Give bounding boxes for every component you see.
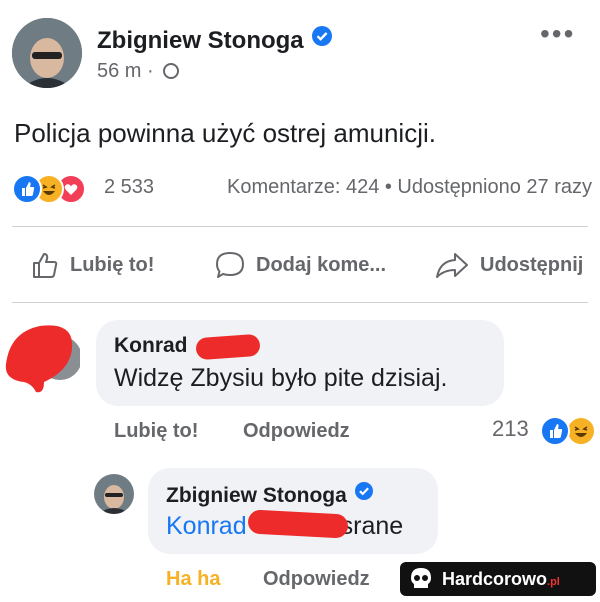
divider	[12, 226, 588, 227]
comment-reactions-count[interactable]: 213	[492, 416, 529, 442]
post-text: Policja powinna użyć ostrej amunicji.	[14, 118, 436, 148]
reply-author-avatar[interactable]	[94, 474, 134, 514]
reply-reply-button[interactable]: Odpowiedz	[263, 568, 370, 591]
watermark-suffix: .pl	[547, 575, 560, 588]
share-button-label: Udostępnij	[480, 253, 584, 276]
reply-author[interactable]: Zbigniew Stonoga	[166, 482, 373, 508]
meta-separator: ·	[147, 60, 154, 82]
comment-button[interactable]: Dodaj kome...	[214, 250, 386, 280]
share-button[interactable]: Udostępnij	[434, 250, 583, 280]
more-options-button[interactable]: •••	[540, 18, 575, 50]
like-reaction-icon	[12, 174, 42, 204]
comment-author[interactable]: Konrad	[114, 334, 188, 358]
reactions-summary[interactable]: 2 533 Komentarze: 424 • Udostępniono 27 …	[12, 174, 592, 204]
post-time[interactable]: 56 m	[97, 60, 141, 82]
comment-reply-button[interactable]: Odpowiedz	[243, 420, 350, 443]
globe-icon	[163, 63, 180, 79]
verified-badge-icon	[311, 26, 332, 46]
verified-badge-icon	[354, 482, 373, 500]
reply-text-tail: srane	[340, 512, 404, 540]
post-author-name[interactable]: Zbigniew Stonoga	[97, 27, 304, 54]
like-reaction-icon	[540, 416, 570, 446]
post-stats[interactable]: Komentarze: 424 • Udostępniono 27 razy	[227, 176, 592, 199]
post-author[interactable]: Zbigniew Stonoga	[97, 26, 332, 55]
comment-text: Widzę Zbysiu było pite dzisiaj.	[114, 364, 448, 392]
comment-icon	[216, 252, 244, 278]
reply-bubble: Zbigniew Stonoga Konrad srane	[148, 468, 438, 554]
reactions-count[interactable]: 2 533	[104, 176, 154, 199]
post-meta: 56 m ·	[97, 60, 180, 83]
skull-icon	[411, 568, 431, 588]
watermark-text: Hardcorowo	[442, 568, 548, 589]
site-watermark: Hardcorowo.pl	[400, 562, 596, 596]
divider	[12, 302, 588, 303]
redaction-mark	[195, 333, 261, 361]
thumbs-up-icon	[33, 253, 58, 278]
reply-author-name[interactable]: Zbigniew Stonoga	[166, 484, 347, 507]
reply-haha-reaction[interactable]: Ha ha	[166, 568, 220, 591]
comment-like-button[interactable]: Lubię to!	[114, 420, 198, 443]
author-avatar[interactable]	[12, 18, 82, 88]
comment-button-label: Dodaj kome...	[256, 253, 387, 276]
share-icon	[436, 253, 468, 278]
haha-reaction-icon	[566, 416, 596, 446]
comment-bubble: Konrad Widzę Zbysiu było pite dzisiaj.	[96, 320, 504, 406]
like-button[interactable]: Lubię to!	[30, 250, 154, 280]
mention-link[interactable]: Konrad	[166, 512, 247, 540]
like-button-label: Lubię to!	[70, 253, 155, 276]
commenter-avatar[interactable]	[0, 318, 82, 398]
